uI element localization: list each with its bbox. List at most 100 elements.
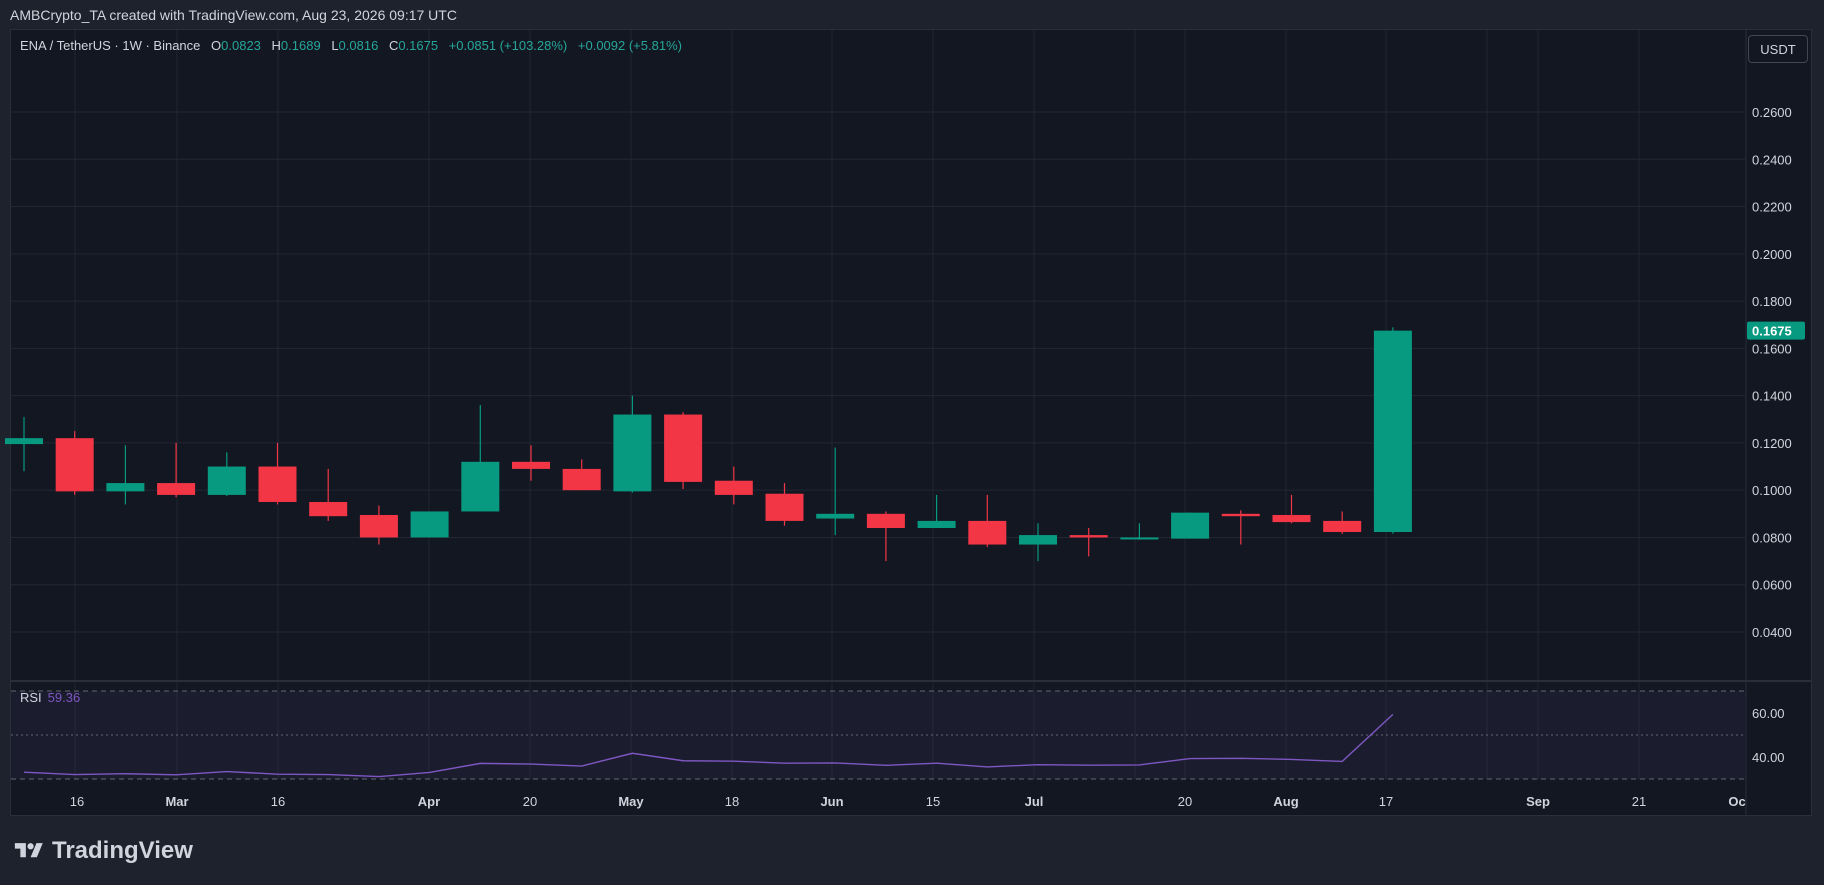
price-tick-label: 0.2200 xyxy=(1752,200,1792,215)
symbol-title[interactable]: ENA / TetherUS · 1W · Binance xyxy=(20,38,200,53)
candle-body xyxy=(55,438,94,492)
candle-up[interactable] xyxy=(410,511,449,538)
candle-down[interactable] xyxy=(258,442,297,505)
price-tick-label: 0.1200 xyxy=(1752,436,1792,451)
candle-body xyxy=(258,466,297,502)
rsi-tick-label: 40.00 xyxy=(1752,750,1785,765)
candle-down[interactable] xyxy=(765,483,804,526)
candle-body xyxy=(410,511,449,538)
candle-body xyxy=(968,520,1007,545)
time-tick-label: 17 xyxy=(1379,794,1393,809)
time-tick-label: Oc xyxy=(1728,794,1745,809)
tradingview-brand[interactable]: TradingView xyxy=(12,837,193,865)
change-value: +0.0851 (+103.28%) xyxy=(448,38,568,53)
rsi-name: RSI xyxy=(20,690,42,705)
last-price-label: 0.1675 xyxy=(1752,324,1792,339)
candle-body xyxy=(562,468,601,491)
price-tick-label: 0.1600 xyxy=(1752,341,1792,356)
price-tick-label: 0.0600 xyxy=(1752,578,1792,593)
candle-body xyxy=(816,513,855,519)
candle-up[interactable] xyxy=(1373,327,1412,534)
chart-canvas[interactable]: 0.0400 0.0600 0.0800 0.1000 0.1200 0.1400 0.16… xyxy=(0,0,1824,885)
time-tick-label: 18 xyxy=(725,794,739,809)
candle-up[interactable] xyxy=(461,405,500,512)
candle-down[interactable] xyxy=(1272,494,1311,524)
candle-up[interactable] xyxy=(1019,523,1057,562)
close-label: C xyxy=(388,38,399,53)
candle-down[interactable] xyxy=(968,494,1007,547)
candle-body xyxy=(512,461,550,469)
symbol-legend: ENA / TetherUS · 1W · Binance O0.0823 H 0… xyxy=(20,38,682,53)
tradingview-logo-icon xyxy=(14,843,43,858)
candle-down[interactable] xyxy=(55,431,94,495)
candle-body xyxy=(359,515,398,538)
candle-down[interactable] xyxy=(1323,511,1362,534)
candle-body xyxy=(1171,512,1210,539)
time-tick-label: Apr xyxy=(418,794,440,809)
candle-body xyxy=(1221,513,1260,517)
time-tick-label: Mar xyxy=(165,794,188,809)
candle-down[interactable] xyxy=(664,412,703,489)
price-tick-label: 0.1400 xyxy=(1752,389,1792,404)
time-tick-label: 20 xyxy=(1178,794,1192,809)
candle-body xyxy=(917,520,956,528)
time-tick-label: 16 xyxy=(271,794,285,809)
time-tick-label: Aug xyxy=(1273,794,1298,809)
time-tick-label: 15 xyxy=(926,794,940,809)
time-tick-label: 16 xyxy=(70,794,84,809)
price-tick-label: 0.1000 xyxy=(1752,483,1792,498)
candle-down[interactable] xyxy=(714,466,753,505)
candle-body xyxy=(1069,535,1108,538)
candle-body xyxy=(309,502,348,517)
candle-down[interactable] xyxy=(562,459,601,491)
candle-up[interactable] xyxy=(816,447,855,536)
rsi-value: 59.36 xyxy=(47,690,81,705)
candle-up[interactable] xyxy=(207,452,246,497)
candle-body xyxy=(461,461,500,512)
brand-name: TradingView xyxy=(52,837,193,864)
time-tick-label: Sep xyxy=(1526,794,1550,809)
open-value: 0.0823 xyxy=(221,38,261,53)
candle-up[interactable] xyxy=(1171,512,1210,539)
price-tick-label: 0.0400 xyxy=(1752,625,1792,640)
candle-up[interactable] xyxy=(613,395,652,493)
candle-body xyxy=(157,483,196,495)
candle-down[interactable] xyxy=(512,445,550,481)
candle-down[interactable] xyxy=(157,442,196,498)
time-tick-label: Jul xyxy=(1025,794,1044,809)
change-value-2: +0.0092 (+5.81%) xyxy=(577,38,682,53)
candle-down[interactable] xyxy=(359,505,398,545)
price-tick-label: 0.2400 xyxy=(1752,152,1792,167)
candle-body xyxy=(5,438,43,445)
candle-body xyxy=(106,483,145,492)
low-value: 0.0816 xyxy=(338,38,379,53)
candle-body xyxy=(613,414,652,492)
candle-down[interactable] xyxy=(866,511,905,562)
candle-body xyxy=(1323,520,1362,533)
low-label: L xyxy=(331,38,339,53)
open-label: O xyxy=(211,38,222,53)
candle-body xyxy=(866,513,905,528)
time-tick-label: Jun xyxy=(820,794,843,809)
close-value: 0.1675 xyxy=(398,38,439,53)
candle-body xyxy=(664,414,703,482)
high-label: H xyxy=(271,38,281,53)
candle-body xyxy=(1120,537,1159,540)
candle-up[interactable] xyxy=(106,445,145,505)
candle-body xyxy=(765,493,804,521)
candle-down[interactable] xyxy=(309,468,348,521)
candle-up[interactable] xyxy=(917,494,956,528)
candle-body xyxy=(1272,515,1311,523)
candle-body xyxy=(1373,330,1412,533)
price-tick-label: 0.2600 xyxy=(1752,105,1792,120)
price-tick-label: 0.2000 xyxy=(1752,247,1792,262)
time-tick-label: 21 xyxy=(1632,794,1646,809)
candle-up[interactable] xyxy=(5,416,43,472)
currency-button[interactable]: USDT xyxy=(1748,35,1808,63)
candle-down[interactable] xyxy=(1221,510,1260,545)
candle-down[interactable] xyxy=(1069,528,1108,557)
candle-body xyxy=(714,480,753,495)
time-tick-label: 20 xyxy=(523,794,537,809)
rsi-legend[interactable]: RSI 59.36 xyxy=(20,690,80,705)
price-tick-label: 0.0800 xyxy=(1752,530,1792,545)
